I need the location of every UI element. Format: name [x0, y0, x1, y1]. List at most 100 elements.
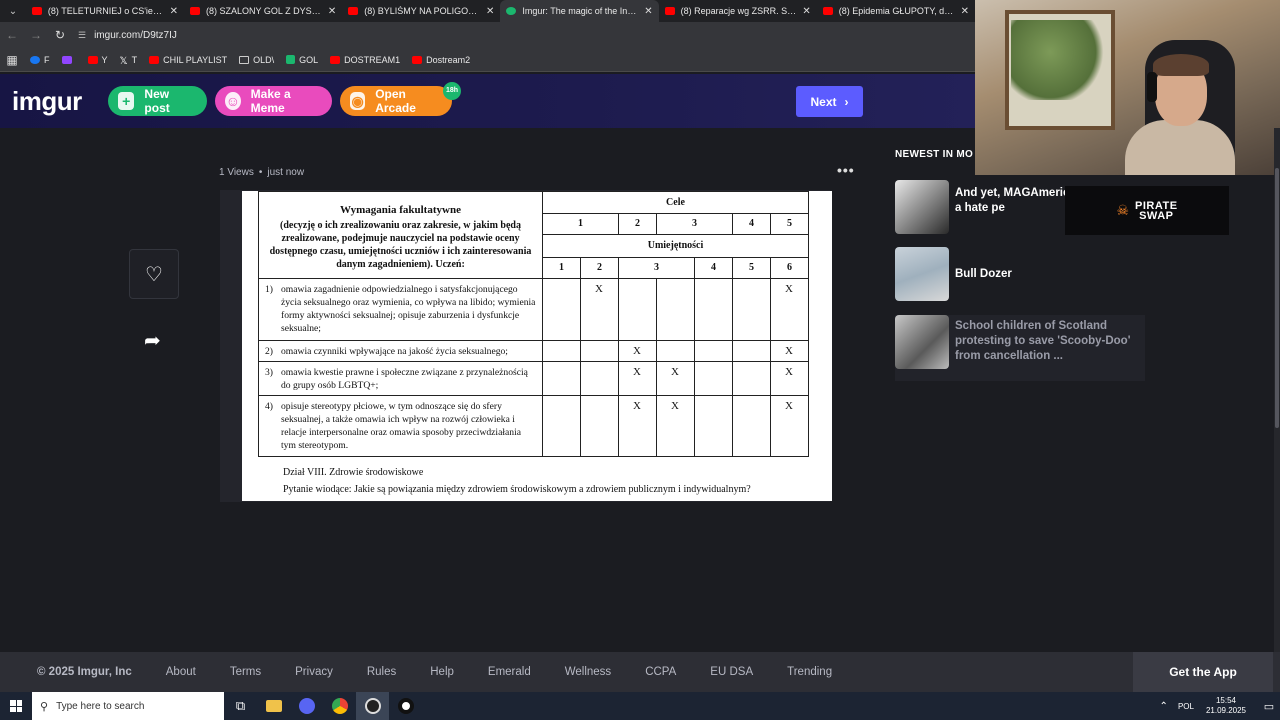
apps-grid-icon[interactable]: ▦: [0, 53, 24, 67]
tab-title: (8) BYLIŚMY NA POLIGONIE W: [364, 6, 481, 16]
sponsor-line: PIRATE: [1135, 199, 1178, 212]
bookmark[interactable]: Dostream2: [412, 55, 470, 65]
view-count: 1 Views: [219, 167, 254, 178]
sponsor-line: SWAP: [1139, 209, 1174, 222]
row-number: 2): [265, 346, 273, 357]
folder-icon: [239, 55, 250, 64]
mark-cell: [732, 278, 771, 341]
bookmarks-bar: ▦ F Y 𝕏T CHIL PLAYLIST OLD\ GOL DOSTREAM…: [0, 48, 975, 72]
reload-icon[interactable]: ↻: [48, 28, 72, 42]
footer-link-rules[interactable]: Rules: [367, 666, 396, 678]
skill-number: 4: [694, 257, 733, 279]
task-view-icon[interactable]: ⧉: [224, 692, 257, 720]
address-bar: ← → ↻ ☰ imgur.com/D9tz7IJ: [0, 22, 975, 48]
taskbar-search[interactable]: ⚲ Type here to search: [32, 692, 224, 720]
browser-tab-active[interactable]: Imgur: The magic of the Interne ✕: [500, 0, 659, 22]
mark-cell: X: [656, 395, 695, 457]
browser-tab-bar: ⌄ (8) TELETURNIEJ o CS'ie (Izak, T ✕ (8)…: [0, 0, 975, 22]
site-info-icon[interactable]: ☰: [78, 30, 86, 41]
row-description: omawia zagadnienie odpowiedzialnego i sa…: [281, 284, 536, 334]
sidebar-post[interactable]: School children of Scotland protesting t…: [895, 315, 1145, 381]
tab-title: (8) SZALONY GOL Z DYSTANSU: [206, 6, 322, 16]
obs-icon[interactable]: [356, 692, 389, 720]
footer-link-trending[interactable]: Trending: [787, 666, 832, 678]
browser-tab[interactable]: (8) BYLIŚMY NA POLIGONIE W ✕: [342, 0, 500, 22]
post-thumbnail: [895, 315, 949, 369]
maps-pin-icon[interactable]: [389, 692, 422, 720]
bookmark-label: CHIL PLAYLIST: [163, 54, 228, 65]
footer-link-privacy[interactable]: Privacy: [295, 666, 333, 678]
footer-link-about[interactable]: About: [166, 666, 196, 678]
start-button[interactable]: [0, 692, 32, 720]
footer-link-emerald[interactable]: Emerald: [488, 666, 531, 678]
streamer-hair: [1153, 54, 1209, 76]
tree-backdrop: [1011, 20, 1109, 100]
youtube-icon: [348, 7, 359, 15]
footer-link-help[interactable]: Help: [430, 666, 454, 678]
footer-link-ccpa[interactable]: CCPA: [645, 666, 676, 678]
browser-tab[interactable]: (8) SZALONY GOL Z DYSTANSU ✕: [184, 0, 342, 22]
section-title: Dział VIII. Zdrowie środowiskowe: [283, 467, 424, 478]
footer-link-terms[interactable]: Terms: [230, 666, 261, 678]
bookmark[interactable]: Y: [87, 55, 108, 65]
mark-cell: [694, 395, 733, 457]
browser-tab[interactable]: (8) TELETURNIEJ o CS'ie (Izak, T ✕: [26, 0, 184, 22]
tray-chevron-icon[interactable]: ⌃: [1160, 701, 1168, 712]
input-language[interactable]: POL: [1178, 702, 1194, 711]
imgur-icon: [506, 7, 517, 15]
bookmark[interactable]: DOSTREAM1: [330, 55, 400, 65]
discord-icon[interactable]: [290, 692, 323, 720]
bookmark[interactable]: 𝕏T: [119, 55, 138, 67]
chrome-icon[interactable]: [323, 692, 356, 720]
x-logo-icon: 𝕏: [119, 55, 128, 67]
gamepad-icon: ◉: [350, 92, 366, 110]
post-time: just now: [267, 167, 305, 178]
bookmark-folder[interactable]: OLD\: [239, 55, 274, 65]
scrollbar-thumb[interactable]: [1275, 168, 1279, 428]
browser-tab[interactable]: (8) Epidemia GŁUPOTY, dekonc ✕: [817, 0, 975, 22]
x-mark: X: [785, 345, 793, 357]
url-field[interactable]: ☰ imgur.com/D9tz7IJ: [78, 30, 177, 41]
close-tab-icon[interactable]: ✕: [802, 6, 810, 17]
mark-cell: [656, 278, 695, 341]
notification-icon[interactable]: ▭: [1258, 700, 1280, 713]
close-tab-icon[interactable]: ✕: [328, 6, 336, 17]
bookmark[interactable]: GOL: [286, 55, 318, 65]
bookmark[interactable]: [61, 55, 76, 64]
bookmark-label: GOL: [299, 54, 319, 65]
next-button[interactable]: Next ›: [796, 86, 863, 117]
make-meme-button[interactable]: ☺ Make a Meme: [215, 86, 332, 116]
x-mark: X: [633, 345, 641, 357]
file-explorer-icon[interactable]: [257, 692, 290, 720]
footer-link-eu-dsa[interactable]: EU DSA: [710, 666, 753, 678]
new-post-button[interactable]: + New post: [108, 86, 207, 116]
more-options-icon[interactable]: •••: [837, 162, 855, 178]
open-arcade-label: Open Arcade: [375, 87, 416, 115]
bookmark[interactable]: CHIL PLAYLIST: [149, 55, 227, 65]
page-scrollbar[interactable]: [1274, 128, 1280, 692]
bookmark-label: DOSTREAM1: [344, 54, 401, 65]
footer-link-wellness[interactable]: Wellness: [565, 666, 611, 678]
forward-icon[interactable]: →: [24, 28, 48, 42]
bookmark[interactable]: F: [30, 55, 50, 65]
get-app-button[interactable]: Get the App: [1133, 652, 1273, 692]
close-tab-icon[interactable]: ✕: [486, 6, 494, 17]
close-tab-icon[interactable]: ✕: [961, 6, 969, 17]
open-arcade-button[interactable]: ◉ Open Arcade: [340, 86, 452, 116]
next-label: Next: [810, 94, 837, 109]
row-number: 4): [265, 401, 273, 412]
clock[interactable]: 15:54 21.09.2025: [1206, 696, 1246, 716]
post-image-document[interactable]: Wymagania fakultatywne (decyzję o ich zr…: [242, 191, 832, 501]
imgur-logo[interactable]: imgur: [12, 86, 82, 117]
close-tab-icon[interactable]: ✕: [170, 6, 178, 17]
sidebar-post[interactable]: Bull Dozer: [895, 247, 1145, 301]
youtube-icon: [412, 55, 423, 64]
share-icon[interactable]: ➦: [144, 328, 161, 353]
browser-tab[interactable]: (8) Reparacje wg ZSRR. Sowiec ✕: [659, 0, 817, 22]
copyright: © 2025 Imgur, Inc: [37, 666, 132, 678]
close-tab-icon[interactable]: ✕: [644, 6, 652, 17]
tab-search-chevron-icon[interactable]: ⌄: [0, 0, 26, 22]
back-icon[interactable]: ←: [0, 28, 24, 42]
favorite-button[interactable]: ♡: [129, 249, 179, 299]
post-meta: 1 Views • just now: [219, 167, 304, 178]
